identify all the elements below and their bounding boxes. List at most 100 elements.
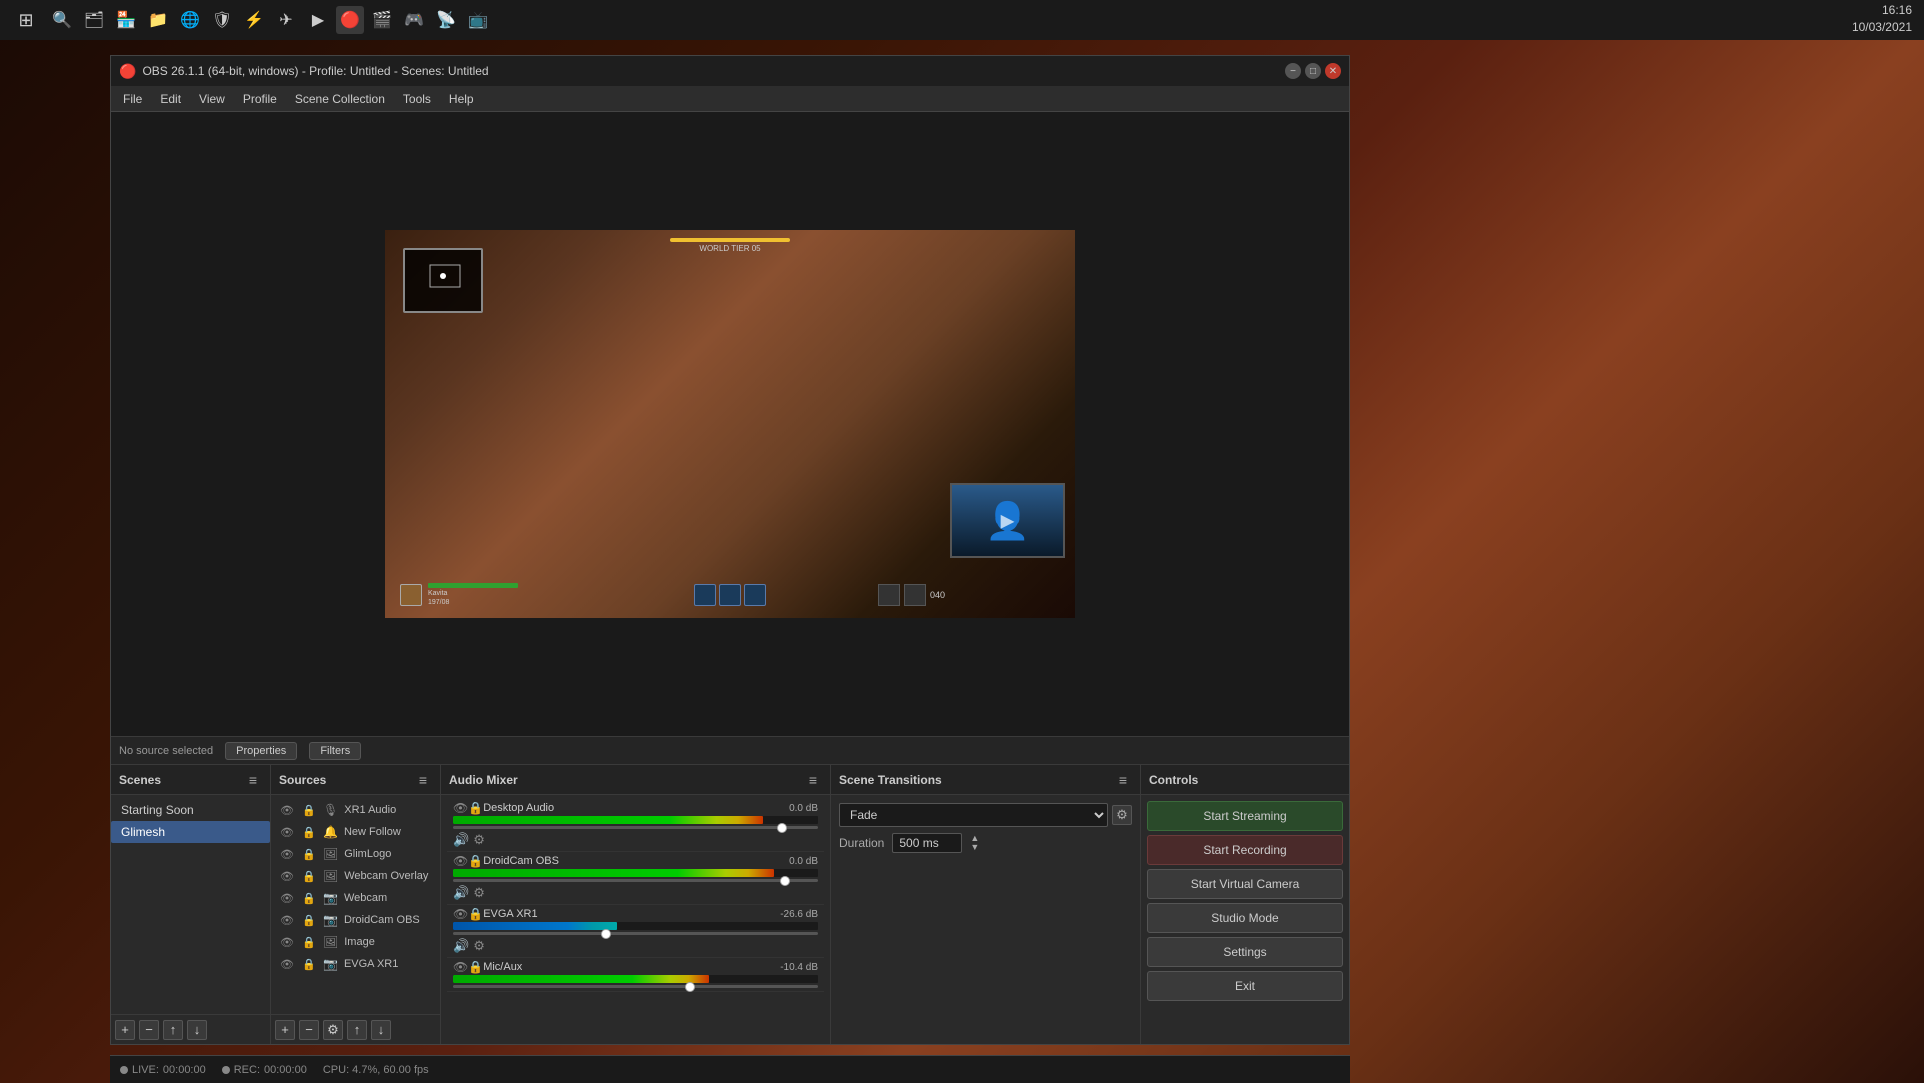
source-vis-glimlogo[interactable]: 👁 [279, 846, 295, 862]
mic-vis[interactable]: 👁 [453, 960, 468, 974]
menu-tools[interactable]: Tools [395, 90, 439, 108]
menu-profile[interactable]: Profile [235, 90, 285, 108]
evga-vis[interactable]: 👁 [453, 907, 468, 921]
vlc-icon[interactable]: 🎬 [368, 6, 396, 34]
obs-taskbar-icon[interactable]: 🔴 [336, 6, 364, 34]
filters-button[interactable]: Filters [309, 742, 361, 760]
source-lock-glimlogo[interactable]: 🔒 [301, 846, 317, 862]
source-lock-xr1[interactable]: 🔒 [301, 802, 317, 818]
app2-icon[interactable]: 🎮 [400, 6, 428, 34]
start-virtual-camera-button[interactable]: Start Virtual Camera [1147, 869, 1343, 899]
scene-up-button[interactable]: ↑ [163, 1020, 183, 1040]
desktop-audio-lock[interactable]: 🔒 [468, 801, 483, 815]
desktop-audio-slider[interactable] [453, 826, 818, 829]
scene-down-button[interactable]: ↓ [187, 1020, 207, 1040]
source-vis-xr1[interactable]: 👁 [279, 802, 295, 818]
sources-collapse-icon[interactable]: ≡ [414, 771, 432, 789]
audio-mixer-collapse-icon[interactable]: ≡ [804, 771, 822, 789]
start-streaming-button[interactable]: Start Streaming [1147, 801, 1343, 831]
evga-lock[interactable]: 🔒 [468, 907, 483, 921]
source-webcam[interactable]: 👁 🔒 📷 Webcam [271, 887, 440, 909]
source-evga[interactable]: 👁 🔒 📷 EVGA XR1 [271, 953, 440, 975]
desktop-audio-vis[interactable]: 👁 [453, 801, 468, 815]
maximize-button[interactable]: □ [1305, 63, 1321, 79]
menu-file[interactable]: File [115, 90, 150, 108]
source-remove-button[interactable]: − [299, 1020, 319, 1040]
scene-item-starting-soon[interactable]: Starting Soon [111, 799, 270, 821]
exit-button[interactable]: Exit [1147, 971, 1343, 1001]
desktop-audio-mute[interactable]: 🔊 [453, 832, 469, 848]
defender-icon[interactable]: 🛡 [208, 6, 236, 34]
duration-input[interactable] [892, 833, 962, 853]
source-vis-webcam-overlay[interactable]: 👁 [279, 868, 295, 884]
mic-slider[interactable] [453, 985, 818, 988]
source-lock-droidcam[interactable]: 🔒 [301, 912, 317, 928]
search-button[interactable]: 🔍 [48, 6, 76, 34]
source-lock-webcam-overlay[interactable]: 🔒 [301, 868, 317, 884]
transition-select[interactable]: Fade Cut Swipe Slide Stinger Luma Wipe [839, 803, 1108, 827]
menu-view[interactable]: View [191, 90, 233, 108]
audio-tracks: 👁 🔒 Desktop Audio 0.0 dB 🔊 ⚙ [441, 795, 830, 1044]
desktop-audio-thumb[interactable] [777, 823, 787, 833]
scene-add-button[interactable]: + [115, 1020, 135, 1040]
scene-remove-button[interactable]: − [139, 1020, 159, 1040]
settings-button[interactable]: Settings [1147, 937, 1343, 967]
transitions-collapse-icon[interactable]: ≡ [1114, 771, 1132, 789]
source-vis-follow[interactable]: 👁 [279, 824, 295, 840]
droidcam-lock[interactable]: 🔒 [468, 854, 483, 868]
droidcam-thumb[interactable] [780, 876, 790, 886]
duration-down-arrow[interactable]: ▼ [970, 843, 979, 852]
task-view-icon[interactable]: 🗂 [80, 6, 108, 34]
start-button[interactable]: ⊞ [8, 2, 44, 38]
app4-icon[interactable]: 📺 [464, 6, 492, 34]
cmd-icon[interactable]: ▶ [304, 6, 332, 34]
source-image[interactable]: 👁 🔒 🖼 Image [271, 931, 440, 953]
minimize-button[interactable]: − [1285, 63, 1301, 79]
store-icon[interactable]: 🏪 [112, 6, 140, 34]
mic-lock[interactable]: 🔒 [468, 960, 483, 974]
source-vis-image[interactable]: 👁 [279, 934, 295, 950]
folder-icon[interactable]: 📁 [144, 6, 172, 34]
source-xr1-audio[interactable]: 👁 🔒 🎙 XR1 Audio [271, 799, 440, 821]
transition-gear-button[interactable]: ⚙ [1112, 805, 1132, 825]
evga-mute[interactable]: 🔊 [453, 938, 469, 954]
droidcam-mute[interactable]: 🔊 [453, 885, 469, 901]
evga-thumb[interactable] [601, 929, 611, 939]
source-vis-droidcam[interactable]: 👁 [279, 912, 295, 928]
scene-item-glimesh[interactable]: Glimesh [111, 821, 270, 843]
scenes-collapse-icon[interactable]: ≡ [244, 771, 262, 789]
source-lock-follow[interactable]: 🔒 [301, 824, 317, 840]
source-droidcam[interactable]: 👁 🔒 📷 DroidCam OBS [271, 909, 440, 931]
source-new-follow[interactable]: 👁 🔒 🔔 New Follow [271, 821, 440, 843]
source-vis-evga[interactable]: 👁 [279, 956, 295, 972]
menu-edit[interactable]: Edit [152, 90, 189, 108]
studio-mode-button[interactable]: Studio Mode [1147, 903, 1343, 933]
source-settings-button[interactable]: ⚙ [323, 1020, 343, 1040]
evga-slider[interactable] [453, 932, 818, 935]
droidcam-gear[interactable]: ⚙ [473, 885, 485, 901]
droidcam-vis[interactable]: 👁 [453, 854, 468, 868]
evga-gear[interactable]: ⚙ [473, 938, 485, 954]
start-recording-button[interactable]: Start Recording [1147, 835, 1343, 865]
source-up-button[interactable]: ↑ [347, 1020, 367, 1040]
source-lock-image[interactable]: 🔒 [301, 934, 317, 950]
browser-icon[interactable]: 🌐 [176, 6, 204, 34]
close-button[interactable]: ✕ [1325, 63, 1341, 79]
menu-help[interactable]: Help [441, 90, 482, 108]
source-webcam-overlay[interactable]: 👁 🔒 🖼 Webcam Overlay [271, 865, 440, 887]
app3-icon[interactable]: 📡 [432, 6, 460, 34]
app1-icon[interactable]: ⚡ [240, 6, 268, 34]
properties-button[interactable]: Properties [225, 742, 297, 760]
menu-scene-collection[interactable]: Scene Collection [287, 90, 393, 108]
source-glimlogo[interactable]: 👁 🔒 🖼 GlimLogo [271, 843, 440, 865]
source-down-button[interactable]: ↓ [371, 1020, 391, 1040]
bottom-status-bar: LIVE: 00:00:00 REC: 00:00:00 CPU: 4.7%, … [110, 1055, 1350, 1083]
desktop-audio-gear[interactable]: ⚙ [473, 832, 485, 848]
droidcam-slider[interactable] [453, 879, 818, 882]
source-add-button[interactable]: + [275, 1020, 295, 1040]
source-vis-webcam[interactable]: 👁 [279, 890, 295, 906]
telegram-icon[interactable]: ✈ [272, 6, 300, 34]
mic-thumb[interactable] [685, 982, 695, 992]
source-lock-webcam[interactable]: 🔒 [301, 890, 317, 906]
source-lock-evga[interactable]: 🔒 [301, 956, 317, 972]
